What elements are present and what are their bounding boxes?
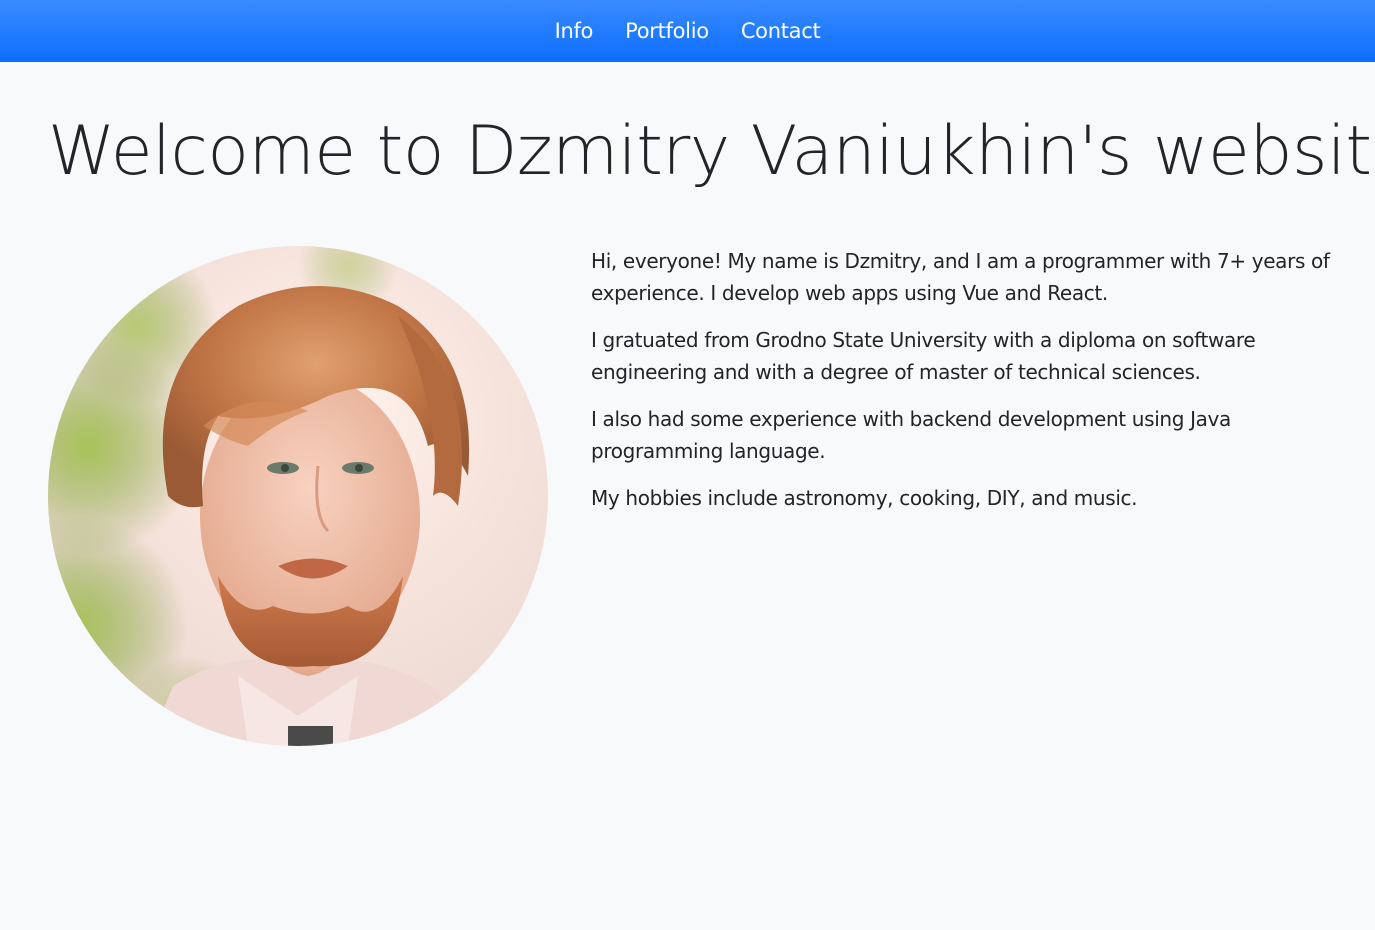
bio-section: Hi, everyone! My name is Dzmitry, and I … xyxy=(591,246,1336,531)
avatar xyxy=(48,246,548,746)
nav-link-portfolio[interactable]: Portfolio xyxy=(625,19,709,43)
bio-paragraph: I gratuated from Grodno State University… xyxy=(591,328,1256,384)
portrait-photo-icon xyxy=(48,246,548,746)
nav-link-contact[interactable]: Contact xyxy=(741,19,821,43)
top-navbar: Info Portfolio Contact xyxy=(0,0,1375,62)
page-title: Welcome to Dzmitry Vaniukhin's website! xyxy=(48,112,1375,191)
bio-paragraph: My hobbies include astronomy, cooking, D… xyxy=(591,486,1138,510)
bio-paragraph: I also had some experience with backend … xyxy=(591,407,1231,463)
bio-paragraph: Hi, everyone! My name is Dzmitry, and I … xyxy=(591,249,1330,305)
nav-link-info[interactable]: Info xyxy=(555,19,594,43)
